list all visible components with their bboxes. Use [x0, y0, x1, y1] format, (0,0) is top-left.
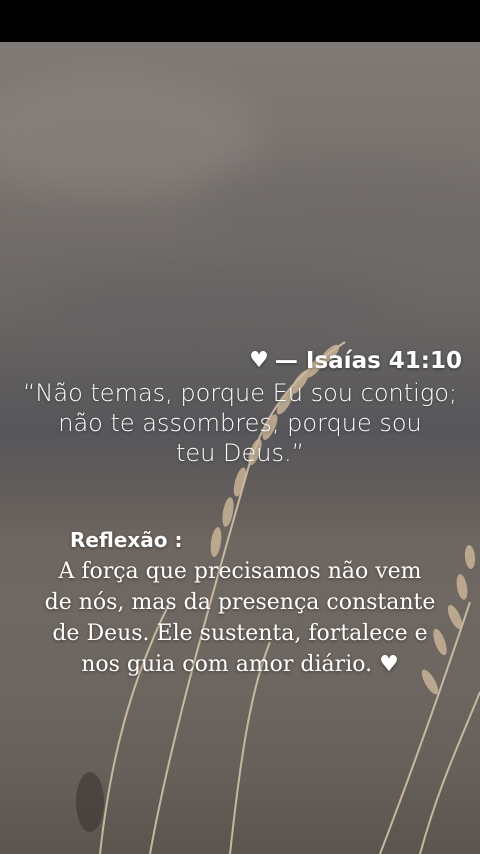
verse-text: “Não temas, porque Eu sou contigo; não t…	[22, 379, 457, 467]
reflection-text: A força que precisamos não vem de nós, m…	[44, 559, 436, 677]
reflection-title: Reflexão :	[70, 528, 183, 552]
white-heart-icon: ♥	[249, 348, 269, 373]
verse-reference-text: — Isaías 41:10	[274, 348, 462, 374]
reflection-body: A força que precisamos não vem de nós, m…	[20, 556, 460, 680]
verse-reference: ♥ — Isaías 41:10	[0, 348, 462, 374]
top-black-bar	[0, 0, 480, 42]
white-heart-icon: ♥	[379, 652, 399, 677]
